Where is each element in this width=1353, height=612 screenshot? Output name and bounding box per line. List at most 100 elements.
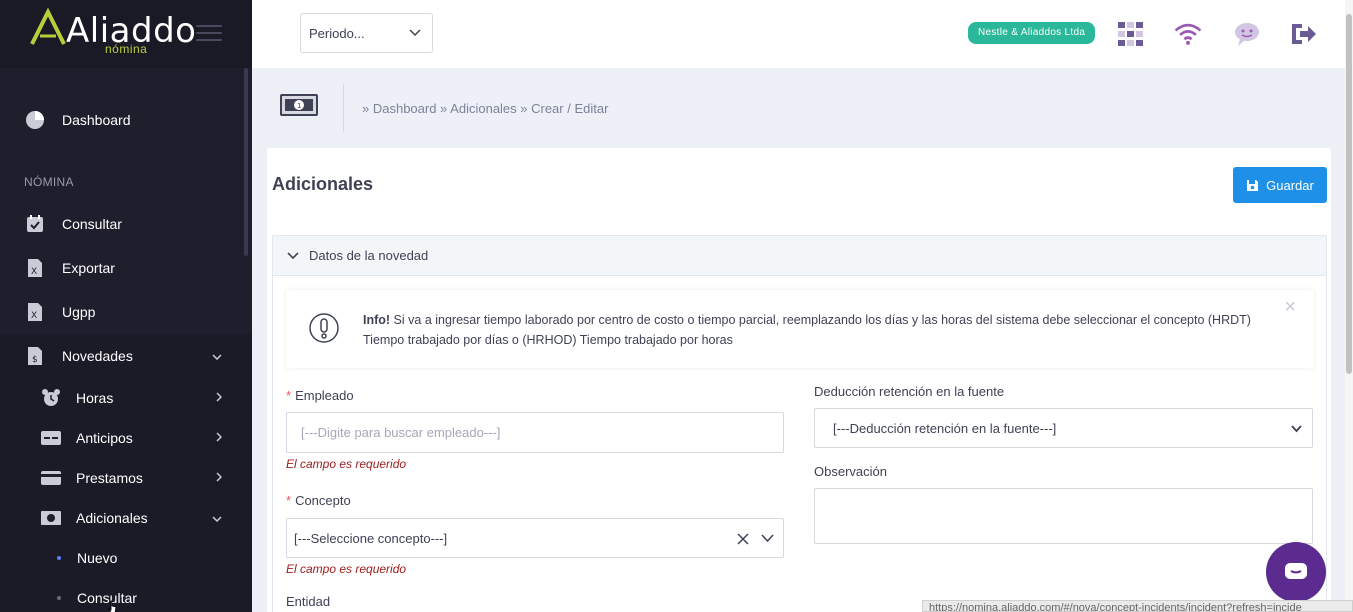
concepto-error: El campo es requerido [286, 562, 407, 576]
sidebar-item-prestamos[interactable]: Prestamos [0, 458, 252, 498]
sidebar-item-consultar-adicionales[interactable]: Consultar [0, 578, 252, 612]
close-icon[interactable]: × [1284, 296, 1296, 319]
chevron-right-icon [216, 431, 223, 445]
sidebar-item-label: Exportar [62, 260, 115, 276]
sidebar-section-title: NÓMINA [24, 175, 74, 189]
chevron-down-icon [212, 349, 222, 363]
chevron-right-icon [216, 471, 223, 485]
chevron-down-icon [761, 534, 774, 543]
concepto-label-text: Concepto [295, 493, 351, 508]
required-marker: * [286, 388, 292, 403]
chevron-down-icon [212, 511, 222, 525]
sidebar-item-novedades[interactable]: $ Novedades [0, 336, 252, 376]
brand-header: Aliaddo nómina [0, 0, 252, 68]
sidebar-item-label: Ugpp [62, 304, 96, 320]
clear-icon[interactable] [737, 533, 749, 545]
chevron-down-icon [1291, 425, 1302, 433]
concepto-label: * Concepto [286, 493, 351, 508]
chat-launcher-button[interactable] [1266, 542, 1326, 602]
sidebar-item-consultar[interactable]: Consultar [0, 204, 252, 244]
page-scrollbar[interactable] [1345, 0, 1353, 612]
sidebar-item-nuevo[interactable]: Nuevo [0, 538, 252, 578]
floppy-disk-icon [1247, 179, 1259, 191]
dollar-file-icon: $ [24, 345, 46, 367]
credit-card-icon [40, 467, 62, 489]
chat-bubble-icon[interactable] [1232, 20, 1262, 48]
card-icon [40, 427, 62, 449]
concepto-select-value: [---Seleccione concepto---] [294, 530, 448, 546]
sidebar-item-label: Consultar [62, 216, 122, 232]
sidebar-item-label: Novedades [62, 348, 133, 364]
sidebar-item-label: Horas [76, 390, 114, 406]
sidebar-item-adicionales[interactable]: Adicionales [0, 498, 252, 538]
deduccion-label: Deducción retención en la fuente [814, 384, 1005, 399]
sidebar-item-label: Anticipos [76, 430, 133, 446]
concepto-select[interactable]: [---Seleccione concepto---] [286, 518, 784, 558]
alert-message: Si va a ingresar tiempo laborado por cen… [363, 313, 1251, 347]
info-alert: Info! Si va a ingresar tiempo laborado p… [286, 290, 1314, 368]
sidebar-item-anticipos[interactable]: Anticipos [0, 418, 252, 458]
alarm-clock-icon [40, 387, 62, 409]
svg-text:X: X [31, 267, 37, 277]
sidebar-item-exportar[interactable]: X Exportar [0, 248, 252, 288]
sidebar-item-dashboard[interactable]: Dashboard [0, 100, 252, 140]
alert-strong: Info! [363, 313, 391, 327]
observacion-label: Observación [814, 464, 887, 479]
excel-file-icon: X [24, 301, 46, 323]
calendar-check-icon [24, 213, 46, 235]
sidebar-item-ugpp[interactable]: X Ugpp [0, 292, 252, 332]
breadcrumb[interactable]: » Dashboard » Adicionales » Crear / Edit… [362, 101, 608, 116]
empleado-placeholder: [---Digite para buscar empleado---] [301, 425, 501, 440]
wifi-icon[interactable] [1173, 20, 1203, 48]
save-button-label: Guardar [1266, 177, 1314, 193]
logout-icon[interactable] [1288, 20, 1318, 48]
save-button[interactable]: Guardar [1233, 167, 1327, 203]
money-icon [40, 507, 62, 529]
required-marker: * [286, 493, 292, 508]
pie-chart-icon [24, 109, 46, 131]
section-header[interactable]: Datos de la novedad [273, 236, 1326, 276]
empleado-label-text: Empleado [295, 388, 354, 403]
brand-a-icon [30, 8, 66, 45]
period-select-value: Periodo... [309, 25, 365, 41]
period-select[interactable]: Periodo... [300, 13, 433, 53]
form-card: Adicionales Guardar Datos de la novedad … [267, 148, 1331, 612]
page-scrollbar-thumb[interactable] [1346, 14, 1352, 374]
alert-text: Info! Si va a ingresar tiempo laborado p… [363, 310, 1263, 350]
topbar: Periodo... Nestle & Aliaddos Ltda [252, 0, 1353, 68]
page-title: Adicionales [272, 174, 374, 194]
deduccion-select[interactable]: [---Deducción retención en la fuente---] [814, 408, 1313, 448]
mouse-cursor-icon [108, 600, 117, 612]
brand-subtitle: nómina [105, 42, 148, 56]
svg-text:1: 1 [297, 102, 301, 110]
divider [343, 84, 344, 132]
empleado-input[interactable]: [---Digite para buscar empleado---] [286, 412, 784, 453]
bullet-icon [57, 596, 61, 600]
apps-grid-icon[interactable] [1116, 20, 1146, 48]
bullet-icon [57, 556, 61, 560]
sidebar-item-label: Nuevo [77, 550, 118, 566]
deduccion-select-value: [---Deducción retención en la fuente---] [833, 420, 1057, 436]
info-icon [309, 313, 339, 343]
svg-text:$: $ [32, 355, 38, 365]
entidad-label: Entidad [286, 594, 331, 609]
sidebar-item-label: Prestamos [76, 470, 143, 486]
excel-file-icon: X [24, 257, 46, 279]
observacion-textarea[interactable] [814, 488, 1313, 544]
status-bar-url: https://nomina.aliaddo.com/#/nova/concep… [922, 600, 1353, 612]
chevron-down-icon [409, 29, 421, 37]
empleado-label: * Empleado [286, 388, 354, 403]
chat-icon [1285, 563, 1307, 579]
sidebar-item-horas[interactable]: Horas [0, 378, 252, 418]
novedad-section: Datos de la novedad Info! Si va a ingres… [272, 235, 1327, 612]
sidebar-item-label: Consultar [77, 590, 137, 606]
chevron-right-icon [216, 391, 223, 405]
empleado-error: El campo es requerido [286, 457, 407, 471]
menu-toggle-icon[interactable] [196, 25, 222, 43]
sidebar-item-label: Dashboard [62, 112, 131, 128]
subheader: 1 » Dashboard » Adicionales » Crear / Ed… [252, 68, 1353, 148]
money-icon: 1 [280, 94, 318, 116]
sidebar-item-label: Adicionales [76, 510, 148, 526]
company-badge[interactable]: Nestle & Aliaddos Ltda [968, 22, 1096, 44]
sidebar: Aliaddo nómina Dashboard NÓMINA Consulta… [0, 0, 252, 612]
